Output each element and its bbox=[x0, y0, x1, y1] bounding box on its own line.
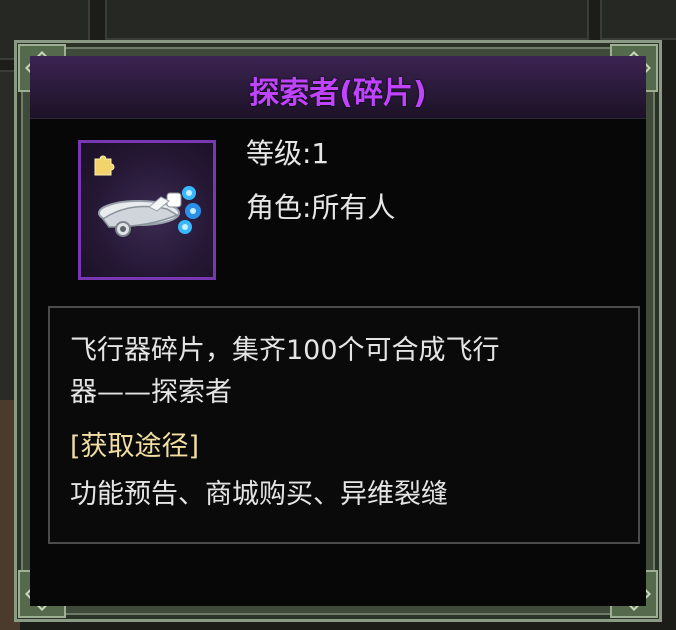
acquire-sources: 功能预告、商城购买、异维裂缝 bbox=[70, 479, 448, 510]
background-panel bbox=[105, 0, 589, 40]
description-line: 器——探索者 bbox=[70, 377, 232, 408]
item-role: 角色:所有人 bbox=[246, 191, 396, 224]
tooltip-title-bar: 探索者(碎片) bbox=[30, 56, 646, 119]
background-panel bbox=[600, 0, 676, 40]
description-line: 飞行器碎片，集齐100个可合成飞行 bbox=[70, 335, 500, 366]
item-title: 探索者(碎片) bbox=[249, 76, 427, 111]
item-description: 飞行器碎片，集齐100个可合成飞行 器——探索者 bbox=[70, 330, 630, 414]
item-level: 等级:1 bbox=[246, 137, 330, 170]
acquire-header: [获取途径] bbox=[70, 431, 200, 462]
item-icon-slot bbox=[78, 140, 216, 280]
aircraft-fragment-icon bbox=[98, 186, 201, 237]
